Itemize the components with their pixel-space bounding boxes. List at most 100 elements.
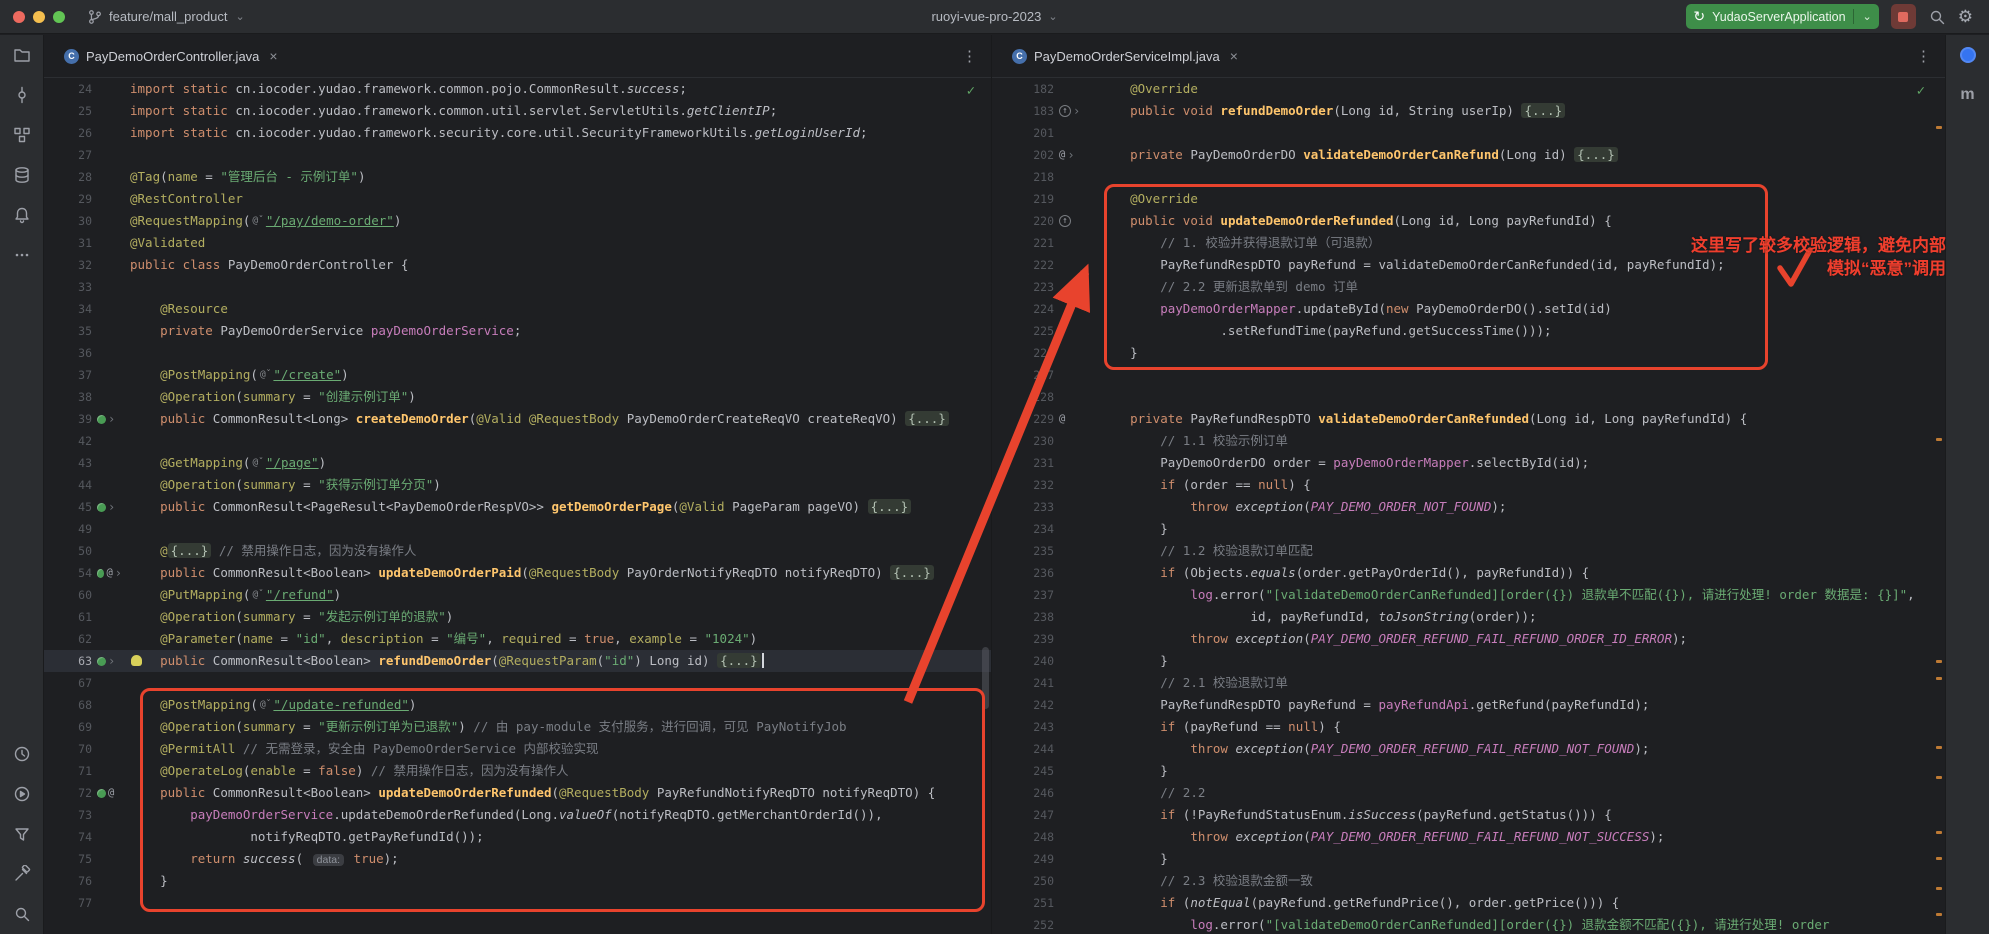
url-inlay-icon[interactable]: @ˇ: [260, 369, 271, 380]
line-number[interactable]: 223: [992, 276, 1054, 298]
code-line[interactable]: 73 payDemoOrderService.updateDemoOrderRe…: [44, 804, 991, 826]
gutter[interactable]: [92, 100, 122, 122]
gutter[interactable]: ›: [92, 408, 122, 430]
line-number[interactable]: 71: [44, 760, 92, 782]
line-number[interactable]: 224: [992, 298, 1054, 320]
line-number[interactable]: 68: [44, 694, 92, 716]
gutter[interactable]: [92, 364, 122, 386]
code-line[interactable]: 39› public CommonResult<Long> createDemo…: [44, 408, 991, 430]
code-line[interactable]: 235 // 1.2 校验退款订单匹配: [992, 540, 1945, 562]
gutter[interactable]: [1054, 474, 1092, 496]
line-number[interactable]: 219: [992, 188, 1054, 210]
code-line[interactable]: 230 // 1.1 校验示例订单: [992, 430, 1945, 452]
code-line[interactable]: 63› public CommonResult<Boolean> refundD…: [44, 650, 991, 672]
code-line[interactable]: 67: [44, 672, 991, 694]
search-everywhere-button[interactable]: [1928, 8, 1946, 26]
code-line[interactable]: 32public class PayDemoOrderController {: [44, 254, 991, 276]
gutter[interactable]: [1054, 914, 1092, 934]
fold-chevron-icon[interactable]: ›: [1073, 100, 1080, 122]
endpoint-gutter-icon[interactable]: [97, 657, 106, 666]
line-number[interactable]: 30: [44, 210, 92, 232]
line-number[interactable]: 60: [44, 584, 92, 606]
line-number[interactable]: 244: [992, 738, 1054, 760]
line-number[interactable]: 227: [992, 364, 1054, 386]
build-tool-button[interactable]: [12, 864, 32, 884]
override-gutter-icon[interactable]: ↑: [1059, 215, 1071, 227]
gutter[interactable]: [1054, 430, 1092, 452]
code-line[interactable]: 38 @Operation(summary = "创建示例订单"): [44, 386, 991, 408]
line-number[interactable]: 235: [992, 540, 1054, 562]
code-line[interactable]: 242 PayRefundRespDTO payRefund = payRefu…: [992, 694, 1945, 716]
line-number[interactable]: 45: [44, 496, 92, 518]
code-line[interactable]: 74 notifyReqDTO.getPayRefundId());: [44, 826, 991, 848]
history-tool-button[interactable]: [12, 744, 32, 764]
gutter[interactable]: [1054, 694, 1092, 716]
line-number[interactable]: 252: [992, 914, 1054, 934]
line-number[interactable]: 75: [44, 848, 92, 870]
gutter[interactable]: [1054, 364, 1092, 386]
gutter[interactable]: [92, 892, 122, 914]
code-line[interactable]: 241 // 2.1 校验退款订单: [992, 672, 1945, 694]
line-number[interactable]: 54: [44, 562, 92, 584]
gutter[interactable]: [92, 78, 122, 100]
line-number[interactable]: 238: [992, 606, 1054, 628]
code-line[interactable]: 238 id, payRefundId, toJsonString(order)…: [992, 606, 1945, 628]
line-number[interactable]: 239: [992, 628, 1054, 650]
gutter[interactable]: [92, 166, 122, 188]
run-configuration-widget[interactable]: ↻ YudaoServerApplication ⌄: [1686, 4, 1878, 29]
git-branch-widget[interactable]: feature/mall_product ⌄: [79, 5, 253, 29]
code-line[interactable]: 72@ public CommonResult<Boolean> updateD…: [44, 782, 991, 804]
line-number[interactable]: 230: [992, 430, 1054, 452]
line-number[interactable]: 77: [44, 892, 92, 914]
line-number[interactable]: 249: [992, 848, 1054, 870]
structure-tool-button[interactable]: [12, 125, 32, 145]
line-number[interactable]: 76: [44, 870, 92, 892]
stop-button[interactable]: [1891, 4, 1916, 29]
line-number[interactable]: 228: [992, 386, 1054, 408]
line-number[interactable]: 37: [44, 364, 92, 386]
project-widget[interactable]: ruoyi-vue-pro-2023 ⌄: [931, 9, 1057, 24]
gutter[interactable]: [92, 518, 122, 540]
line-number[interactable]: 72: [44, 782, 92, 804]
line-number[interactable]: 182: [992, 78, 1054, 100]
gutter[interactable]: [92, 694, 122, 716]
gutter[interactable]: [92, 122, 122, 144]
code-line[interactable]: 71 @OperateLog(enable = false) // 禁用操作日志…: [44, 760, 991, 782]
code-line[interactable]: 69 @Operation(summary = "更新示例订单为已退款") //…: [44, 716, 991, 738]
code-line[interactable]: 228: [992, 386, 1945, 408]
folded-code-chip[interactable]: {...}: [890, 565, 934, 580]
code-line[interactable]: 45› public CommonResult<PageResult<PayDe…: [44, 496, 991, 518]
line-number[interactable]: 49: [44, 518, 92, 540]
line-number[interactable]: 222: [992, 254, 1054, 276]
services-tool-button[interactable]: [12, 784, 32, 804]
line-number[interactable]: 61: [44, 606, 92, 628]
code-line[interactable]: 76 }: [44, 870, 991, 892]
close-window-button[interactable]: [13, 11, 25, 23]
gutter[interactable]: [92, 628, 122, 650]
more-tools-button[interactable]: [12, 245, 32, 265]
code-line[interactable]: 247 if (!PayRefundStatusEnum.isSuccess(p…: [992, 804, 1945, 826]
rerun-icon[interactable]: ↻: [1693, 8, 1705, 25]
notifications-tool-button[interactable]: [12, 205, 32, 225]
code-line[interactable]: 245 }: [992, 760, 1945, 782]
gutter[interactable]: [92, 342, 122, 364]
gutter[interactable]: [92, 672, 122, 694]
zoom-window-button[interactable]: [53, 11, 65, 23]
line-number[interactable]: 233: [992, 496, 1054, 518]
annotated-gutter-icon[interactable]: @: [1059, 144, 1065, 166]
code-line[interactable]: 49: [44, 518, 991, 540]
code-line[interactable]: 246 // 2.2: [992, 782, 1945, 804]
line-number[interactable]: 201: [992, 122, 1054, 144]
code-line[interactable]: 239 throw exception(PAY_DEMO_ORDER_REFUN…: [992, 628, 1945, 650]
gutter[interactable]: [1054, 870, 1092, 892]
chevron-down-icon[interactable]: ⌄: [1863, 10, 1872, 23]
line-number[interactable]: 236: [992, 562, 1054, 584]
code-line[interactable]: 34 @Resource: [44, 298, 991, 320]
line-number[interactable]: 27: [44, 144, 92, 166]
gutter[interactable]: [1054, 122, 1092, 144]
endpoint-gutter-icon[interactable]: [97, 569, 104, 578]
url-inlay-icon[interactable]: @ˇ: [260, 699, 271, 710]
url-inlay-icon[interactable]: @ˇ: [252, 589, 263, 600]
code-line[interactable]: 68 @PostMapping(@ˇ"/update-refunded"): [44, 694, 991, 716]
code-line[interactable]: 225 .setRefundTime(payRefund.getSuccessT…: [992, 320, 1945, 342]
